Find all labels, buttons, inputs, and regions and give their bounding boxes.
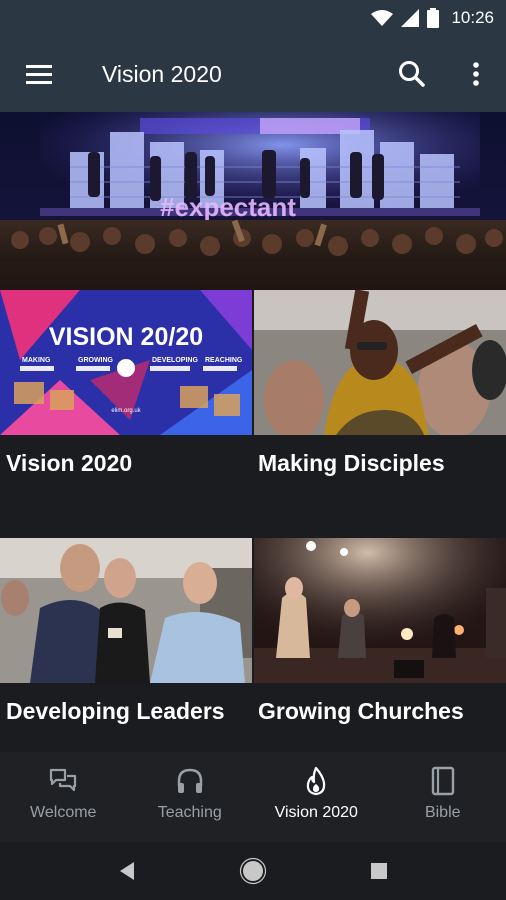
nav-label: Vision 2020 [274, 804, 358, 821]
status-time: 10:26 [451, 8, 494, 27]
tile-label: Making Disciples [258, 450, 445, 476]
nav-teaching[interactable]: Teaching [127, 752, 254, 842]
nav-label: Teaching [157, 804, 222, 821]
more-vert-icon [473, 62, 479, 86]
hamburger-icon [26, 65, 52, 84]
system-recents-button[interactable] [362, 854, 396, 888]
tile-vision-2020[interactable]: VISION 20/20 MAKING GROWING DEVELOPING R… [0, 290, 252, 536]
tile-developing-leaders[interactable]: Developing Leaders [0, 538, 252, 752]
nav-welcome[interactable]: Welcome [0, 752, 127, 842]
menu-button[interactable] [22, 58, 56, 92]
poster-item-3: DEVELOPING [152, 357, 198, 364]
nav-bible[interactable]: Bible [380, 752, 506, 842]
band-stage-image [254, 538, 506, 683]
chat-bubbles-icon [50, 768, 77, 792]
cell-signal-icon [401, 9, 420, 27]
headphones-icon [177, 768, 202, 793]
recents-square-icon [371, 863, 387, 879]
flame-icon [307, 766, 326, 796]
content-grid: VISION 20/20 MAKING GROWING DEVELOPING R… [0, 290, 506, 752]
tile-label: Growing Churches [258, 698, 464, 724]
tile-label: Developing Leaders [6, 698, 225, 724]
page-title: Vision 2020 [102, 61, 222, 87]
worship-image [254, 290, 506, 435]
system-back-button[interactable] [110, 854, 144, 888]
status-bar: 10:26 [0, 0, 506, 36]
leaders-image [0, 538, 252, 683]
overflow-menu-button[interactable] [462, 56, 490, 92]
home-circle-icon [239, 857, 267, 885]
battery-icon [427, 8, 440, 28]
poster-title: VISION 20/20 [49, 323, 203, 351]
app-bar: Vision 2020 [0, 36, 506, 112]
bottom-navigation: Welcome Teaching Vision 2020 Bible [0, 752, 506, 842]
search-icon [399, 61, 425, 87]
hero-image[interactable]: #expectant [0, 112, 506, 290]
tile-making-disciples[interactable]: Making Disciples [254, 290, 506, 536]
hero-banner-text: #expectant [160, 192, 296, 222]
concert-stage-image: #expectant [0, 112, 506, 290]
vision-poster-image: VISION 20/20 MAKING GROWING DEVELOPING R… [0, 290, 252, 435]
nav-vision-2020[interactable]: Vision 2020 [253, 752, 380, 842]
nav-label: Bible [424, 804, 461, 821]
system-home-button[interactable] [236, 854, 270, 888]
back-triangle-icon [120, 862, 134, 880]
wifi-icon [371, 10, 394, 26]
tile-label: Vision 2020 [6, 450, 133, 476]
poster-item-1: MAKING [22, 357, 51, 364]
tile-growing-churches[interactable]: Growing Churches [254, 538, 506, 752]
poster-item-4: REACHING [205, 357, 243, 364]
system-navigation-bar [0, 842, 506, 900]
book-icon [431, 766, 454, 796]
poster-url: elim.org.uk [111, 408, 141, 414]
nav-label: Welcome [30, 804, 97, 821]
search-button[interactable] [394, 56, 430, 92]
poster-item-2: GROWING [78, 357, 114, 364]
